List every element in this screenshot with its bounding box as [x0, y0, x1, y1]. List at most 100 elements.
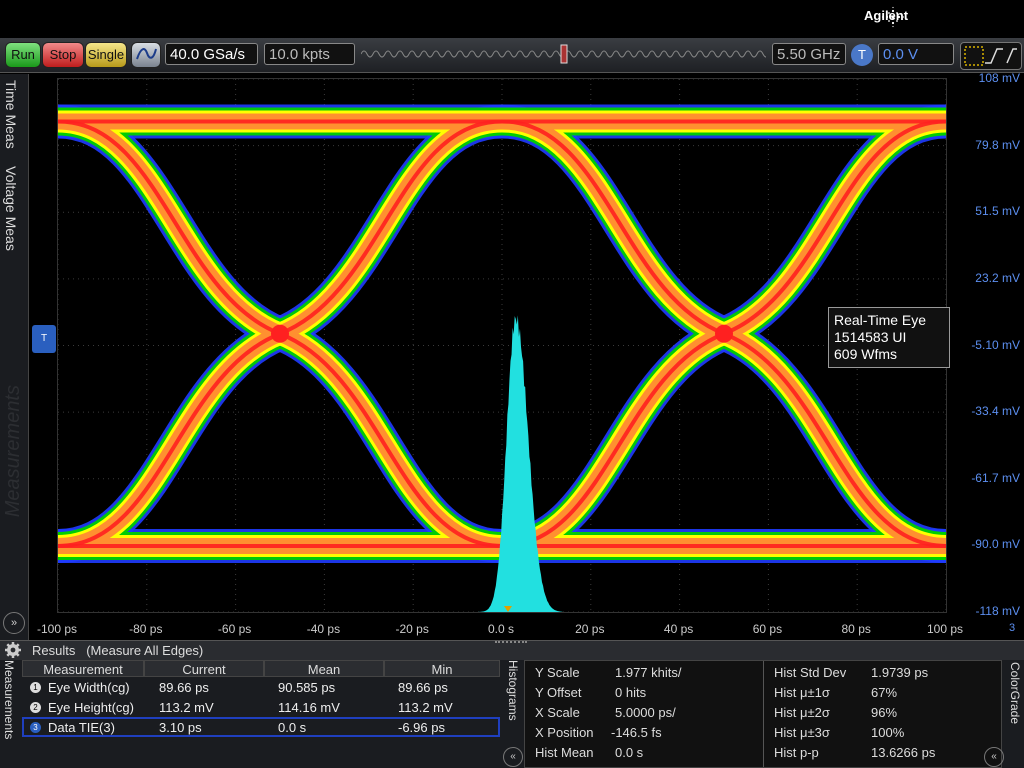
y-tick-label: -33.4 mV: [971, 404, 1020, 419]
channel-number: 3: [1009, 622, 1016, 634]
stat-label: Hist p-p: [774, 745, 819, 760]
measurement-table: Measurement Current Mean Min 1 Eye Width…: [22, 660, 500, 768]
stat-label: Hist μ±3σ: [774, 725, 830, 740]
row-number-badge: 2: [30, 702, 41, 713]
x-tick-label: -100 ps: [36, 622, 78, 636]
eye-trace: [58, 121, 59, 136]
sample-rate-field[interactable]: 40.0 GSa/s: [165, 43, 258, 65]
x-tick-label: 0.0 s: [487, 622, 515, 636]
eye-trace: [58, 531, 59, 546]
stat-label: Hist μ±1σ: [774, 685, 830, 700]
memory-depth-field[interactable]: 10.0 kpts: [264, 43, 355, 65]
eye-trace: [58, 528, 60, 546]
y-tick-label: 23.2 mV: [975, 270, 1020, 285]
eye-diagram-traces: [58, 104, 946, 563]
y-tick-label: 108 mV: [978, 71, 1020, 85]
x-tick-label: 20 ps: [575, 622, 605, 636]
left-tab-panel: [0, 74, 29, 640]
stat-label: X Scale: [535, 705, 580, 720]
autoscale-waveform-icon: [136, 48, 157, 60]
tab-time-meas[interactable]: Time Meas: [3, 80, 19, 149]
collapse-histogram-button[interactable]: «: [984, 747, 1004, 767]
stat-value: 67%: [871, 685, 898, 700]
eye-crossing: [271, 324, 289, 343]
splitter-grip[interactable]: [495, 641, 527, 649]
autoscale-button[interactable]: [131, 42, 161, 68]
results-mode: (Measure All Edges): [86, 643, 204, 658]
eye-trace: [58, 543, 59, 546]
row-number-badge: 1: [30, 682, 41, 693]
stat-value: 0.0 s: [615, 745, 644, 760]
col-header-mean[interactable]: Mean: [264, 660, 384, 677]
eye-trace: [58, 121, 59, 130]
selected-row-highlight: [22, 717, 500, 737]
tab-colorgrade[interactable]: ColorGrade: [1008, 662, 1022, 724]
measurement-name: Eye Width(cg): [48, 680, 130, 695]
x-tick-label: -40 ps: [306, 622, 341, 636]
eye-diagram-plot: [57, 78, 947, 613]
eye-trace: [58, 121, 59, 133]
col-header-measurement[interactable]: Measurement: [22, 660, 144, 677]
run-button[interactable]: Run: [5, 42, 41, 68]
trigger-mode-button[interactable]: [960, 42, 1022, 70]
timebase-position-marker: [560, 44, 568, 64]
stat-value: 13.6266 ps: [871, 745, 936, 760]
x-tick-label: -20 ps: [395, 622, 429, 636]
tab-histograms[interactable]: Histograms: [506, 660, 520, 721]
stat-value: -146.5 fs: [611, 725, 662, 740]
bandwidth-field[interactable]: 5.50 GHz: [772, 43, 846, 65]
timebase-navigator[interactable]: [361, 43, 766, 65]
info-title: Real-Time Eye: [834, 312, 927, 328]
results-title: Results (Measure All Edges): [32, 643, 203, 658]
collapse-table-button[interactable]: «: [503, 747, 523, 767]
x-tick-label: -60 ps: [217, 622, 252, 636]
stat-value: 5.0000 ps/: [615, 705, 676, 720]
tie-histogram: [468, 315, 563, 612]
stats-divider: [763, 661, 764, 767]
trigger-level-field[interactable]: 0.0 V: [878, 43, 954, 65]
min-value: 89.66 ps: [398, 680, 448, 695]
histogram-stats-panel: Y Scale 1.977 khits/ Y Offset 0 hits X S…: [524, 660, 1002, 768]
stat-label: Hist μ±2σ: [774, 705, 830, 720]
stat-label: Y Offset: [535, 685, 582, 700]
expand-left-panel-button[interactable]: »: [3, 612, 25, 634]
measurement-name: Eye Height(cg): [48, 700, 134, 715]
gear-icon[interactable]: [4, 641, 22, 659]
trigger-edge-icon: [964, 46, 1017, 66]
eye-info-box[interactable]: Real-Time Eye 1514583 UI 609 Wfms: [828, 307, 950, 368]
y-tick-label: -90.0 mV: [971, 537, 1020, 552]
col-header-current[interactable]: Current: [144, 660, 264, 677]
mean-value: 114.16 mV: [278, 700, 340, 715]
y-tick-label: -61.7 mV: [971, 470, 1020, 485]
info-waveform-count: 609 Wfms: [834, 346, 898, 362]
trigger-badge[interactable]: T: [851, 44, 873, 66]
eye-crossing: [715, 324, 733, 343]
tab-measurements[interactable]: Measurements: [2, 660, 16, 739]
single-button[interactable]: Single: [85, 42, 127, 68]
tab-voltage-meas[interactable]: Voltage Meas: [3, 166, 19, 251]
eye-trace: [58, 534, 59, 546]
col-header-min[interactable]: Min: [384, 660, 500, 677]
info-ui-count: 1514583 UI: [834, 329, 907, 345]
stat-label: Y Scale: [535, 665, 580, 680]
y-tick-label: -118 mV: [975, 604, 1020, 618]
stat-value: 1.9739 ps: [871, 665, 929, 680]
trigger-level-indicator[interactable]: T: [32, 325, 56, 353]
eye-trace: [58, 121, 60, 139]
y-tick-label: 51.5 mV: [975, 204, 1020, 219]
x-tick-label: 60 ps: [752, 622, 783, 636]
x-tick-label: 40 ps: [663, 622, 694, 636]
measurements-watermark: Measurements: [2, 385, 24, 518]
mean-value: 90.585 ps: [278, 680, 336, 695]
results-label: Results: [32, 643, 76, 658]
stop-button[interactable]: Stop: [42, 42, 84, 68]
stat-label: Hist Std Dev: [774, 665, 847, 680]
x-tick-label: -80 ps: [129, 622, 163, 636]
eye-trace: [58, 121, 59, 124]
brand-name: Agilent: [864, 8, 909, 23]
eye-trace: [58, 537, 59, 546]
stat-value: 96%: [871, 705, 898, 720]
current-value: 113.2 mV: [159, 700, 214, 715]
stat-value: 1.977 khits/: [615, 665, 682, 680]
min-value: 113.2 mV: [398, 700, 453, 715]
